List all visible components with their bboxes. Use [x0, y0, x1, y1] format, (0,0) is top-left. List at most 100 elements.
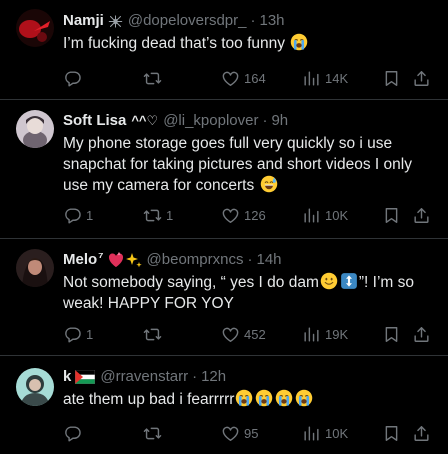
tweet-text: Not somebody saying, “ yes I do dam”! I’…: [63, 272, 436, 314]
reply-button[interactable]: 1: [63, 205, 93, 225]
retweet-icon: [143, 69, 162, 88]
view-count: 14K: [325, 70, 349, 86]
up-down-arrow-emoji-icon: [340, 272, 358, 290]
sweat-smile-emoji-icon: [260, 175, 278, 193]
reply-button[interactable]: [63, 68, 86, 88]
view-count: 10K: [325, 425, 349, 441]
reply-button[interactable]: 1: [63, 324, 93, 344]
like-icon: [221, 424, 240, 443]
tweet-text-content: My phone storage goes full very quickly …: [63, 135, 412, 194]
separator-dot: ·: [262, 112, 268, 129]
display-name[interactable]: Soft Lisa: [63, 110, 126, 132]
bookmark-button[interactable]: [382, 68, 401, 88]
tweet-text: My phone storage goes full very quickly …: [63, 133, 436, 196]
tweet-header: Soft Lisa ^^♡ @li_kpoplover · 9h: [63, 110, 436, 132]
avatar[interactable]: [16, 110, 54, 148]
tweet-header: Melo ⁷ @beomprxncs · 14h: [63, 249, 436, 271]
retweet-button[interactable]: [143, 324, 166, 344]
user-handle[interactable]: @rravenstarr: [100, 366, 188, 388]
retweet-count: 1: [166, 207, 174, 223]
like-count: 164: [244, 70, 266, 86]
tweet[interactable]: k @rravenstarr · 12h ate them up bad i f…: [0, 356, 448, 454]
views-icon: [302, 69, 321, 88]
display-name[interactable]: Namji: [63, 10, 104, 32]
tweet-actions: 164 14K: [63, 68, 432, 88]
retweet-icon: [143, 325, 162, 344]
heart-sparkle-icons: [108, 252, 142, 268]
share-icon: [412, 69, 431, 88]
views-button[interactable]: 10K: [302, 205, 348, 225]
tweet[interactable]: Namji @dopeloversdpr_ · 13h I’m fucking …: [0, 0, 448, 100]
like-button[interactable]: 126: [221, 205, 266, 225]
bookmark-icon: [382, 69, 401, 88]
avatar[interactable]: [16, 368, 54, 406]
view-count: 10K: [325, 207, 349, 223]
like-icon: [221, 69, 240, 88]
avatar[interactable]: [16, 249, 54, 287]
loudly-crying-emoji-icon: [235, 389, 253, 407]
views-icon: [302, 325, 321, 344]
share-button[interactable]: [412, 68, 431, 88]
retweet-button[interactable]: [143, 423, 166, 443]
bookmark-button[interactable]: [382, 324, 401, 344]
tweet-text: ate them up bad i fearrrrr: [63, 389, 436, 410]
views-button[interactable]: 14K: [302, 68, 348, 88]
views-button[interactable]: 10K: [302, 423, 348, 443]
tweet[interactable]: Melo ⁷ @beomprxncs · 14h Not somebody sa…: [0, 239, 448, 356]
like-button[interactable]: 95: [221, 423, 258, 443]
views-button[interactable]: 19K: [302, 324, 348, 344]
views-icon: [302, 206, 321, 225]
bookmark-button[interactable]: [382, 205, 401, 225]
bookmark-icon: [382, 206, 401, 225]
bookmark-icon: [382, 424, 401, 443]
like-button[interactable]: 452: [221, 324, 266, 344]
views-icon: [302, 424, 321, 443]
palestine-flag-icon: [75, 370, 96, 384]
smiling-emoji-icon: [320, 272, 338, 290]
like-icon: [221, 206, 240, 225]
user-handle[interactable]: @beomprxncs: [147, 249, 244, 271]
separator-dot: ·: [250, 12, 256, 29]
tweet-header: Namji @dopeloversdpr_ · 13h: [63, 10, 436, 32]
timestamp[interactable]: 12h: [201, 366, 226, 388]
reply-icon: [63, 69, 82, 88]
timestamp[interactable]: 13h: [260, 10, 285, 32]
like-icon: [221, 325, 240, 344]
user-handle[interactable]: @li_kpoplover: [163, 110, 258, 132]
retweet-button[interactable]: 1: [143, 205, 173, 225]
share-button[interactable]: [412, 205, 431, 225]
bookmark-icon: [382, 325, 401, 344]
loudly-crying-emoji-icon: [255, 389, 273, 407]
bookmark-button[interactable]: [382, 423, 401, 443]
retweet-icon: [143, 424, 162, 443]
separator-dot: ·: [247, 251, 253, 268]
reply-icon: [63, 424, 82, 443]
display-name[interactable]: k: [63, 366, 71, 388]
retweet-icon: [143, 206, 162, 225]
tweet[interactable]: Soft Lisa ^^♡ @li_kpoplover · 9h My phon…: [0, 100, 448, 239]
view-count: 19K: [325, 326, 349, 342]
timestamp[interactable]: 9h: [271, 110, 288, 132]
user-handle[interactable]: @dopeloversdpr_: [128, 10, 247, 32]
share-button[interactable]: [412, 324, 431, 344]
display-name-suffix: ^^♡: [131, 113, 159, 128]
share-button[interactable]: [412, 423, 431, 443]
retweet-button[interactable]: [143, 68, 166, 88]
tweet-text: I’m fucking dead that’s too funny: [63, 33, 436, 54]
share-icon: [412, 424, 431, 443]
spider-icon: [108, 14, 123, 29]
tweet-header: k @rravenstarr · 12h: [63, 366, 436, 388]
tweet-text-content-before: Not somebody saying, “ yes I do dam: [63, 274, 319, 291]
loudly-crying-emoji-icon: [290, 33, 308, 51]
tweet-actions: 95 10K: [63, 423, 432, 443]
like-count: 95: [244, 425, 259, 441]
display-name[interactable]: Melo: [63, 249, 97, 271]
like-count: 126: [244, 207, 266, 223]
reply-button[interactable]: [63, 423, 86, 443]
timestamp[interactable]: 14h: [256, 249, 281, 271]
loudly-crying-emoji-icon: [275, 389, 293, 407]
like-button[interactable]: 164: [221, 68, 266, 88]
avatar[interactable]: [16, 9, 54, 47]
share-icon: [412, 325, 431, 344]
display-name-suffix: ⁷: [98, 249, 104, 264]
